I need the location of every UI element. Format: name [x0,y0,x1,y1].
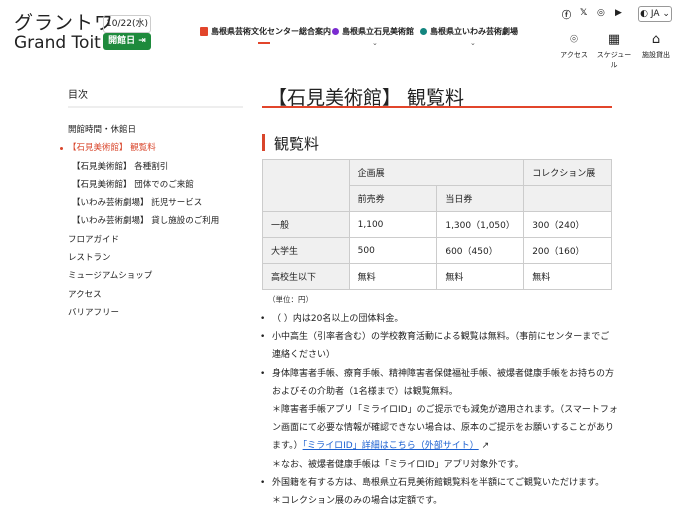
title-underline [262,106,612,108]
row-header: 高校生以下 [262,263,350,290]
map-pin-icon: ⌾ [570,32,578,47]
nav-museum[interactable]: 島根県立石見美術館 [332,26,414,37]
cell: 500 [348,237,438,264]
table-row: 高校生以下 無料 無料 無料 [262,263,612,290]
toc-item[interactable]: 開館時間・休館日 [68,121,219,139]
list-item: 外国籍を有する方は、島根県立石見美術館観覧料を半額にてご観覧いただけます。 ＊コレ… [258,474,618,510]
unit-note: （単位：円） [268,295,313,304]
toc-item[interactable]: 【いわみ芸術劇場】 貸し施設のご利用 [68,212,219,230]
list-item: 身体障害者手帳、療育手帳、精神障害者保健福祉手帳、被爆者健康手帳をお持ちの方およ… [258,365,618,474]
nav-label: 島根県芸術文化センター総合案内 [211,27,331,36]
toc-item[interactable]: アクセス [68,286,219,304]
lang-value: JA [650,9,660,19]
chevron-down-icon[interactable]: ⌄ [470,39,476,47]
item-text: 外国籍を有する方は、島根県立石見美術館観覧料を半額にてご観覧いただけます。 [272,477,605,488]
facebook-icon[interactable]: ⓕ [562,8,571,21]
toc-item[interactable]: バリアフリー [68,304,219,322]
chevron-down-icon: ⌄ [662,9,670,19]
table-corner [262,159,350,212]
section-heading: 観覧料 [274,135,320,153]
cell: 無料 [436,263,525,290]
active-nav-indicator [258,42,270,44]
table-header [523,185,612,212]
today-date: 10/22(水) [103,15,151,33]
cell: 無料 [523,263,612,290]
toc-title: 目次 [68,90,88,101]
table-header: 当日券 [436,185,525,212]
row-header: 一般 [262,211,350,238]
table-header: コレクション展 [523,159,612,186]
chevron-down-icon[interactable]: ⌄ [372,39,378,47]
open-status-button[interactable]: 開館日 ⇥ [103,33,151,50]
list-item: （ ）内は20名以上の団体料金。 [258,310,618,328]
schedule-link[interactable]: ▦ スケジュール [594,32,634,70]
toc-list: 開館時間・休館日 【石見美術館】 観覧料 【石見美術館】 各種割引 【石見美術館… [59,121,219,322]
cell: 無料 [348,263,438,290]
dot-icon [420,28,427,35]
toc-item[interactable]: 【石見美術館】 団体でのご来館 [68,176,219,194]
table-header: 前売券 [348,185,438,212]
building-icon [200,27,208,36]
external-link-icon: ↗ [481,441,490,452]
language-select[interactable]: ◐ JA ⌄ [638,6,672,22]
facility-rental-link[interactable]: ⌂ 施設貸出 [636,32,676,60]
access-link[interactable]: ⌾ アクセス [554,32,594,60]
item-text: 身体障害者手帳、療育手帳、精神障害者保健福祉手帳、被爆者健康手帳をお持ちの方およ… [272,368,615,397]
cell: 200（160） [523,237,612,264]
table-row: 大学生 500 600（450） 200（160） [262,237,612,264]
cell: 600（450） [436,237,525,264]
item-text: ＊コレクション展のみの場合は定額です。 [272,496,443,507]
nav-theater[interactable]: 島根県立いわみ芸術劇場 [420,26,518,37]
fee-table: 企画展 コレクション展 前売券 当日券 一般 1,100 1,300（1,050） 300… [262,159,612,290]
x-icon[interactable]: 𝕏 [580,8,587,18]
nav-center[interactable]: 島根県芸術文化センター総合案内 [200,26,331,37]
cell: 1,300（1,050） [436,211,525,238]
dot-icon [332,28,339,35]
globe-icon: ◐ [640,9,648,19]
toc-item[interactable]: ミュージアムショップ [68,267,219,285]
notes-list: （ ）内は20名以上の団体料金。 小中高生（引率者含む）の学校教育活動による観覧… [258,310,618,510]
heading-bar [262,134,265,151]
cell: 300（240） [523,211,612,238]
row-header: 大学生 [262,237,350,264]
cell: 1,100 [348,211,438,238]
toc-item[interactable]: 【石見美術館】 各種割引 [68,158,219,176]
nav-label: 島根県立石見美術館 [342,27,414,36]
arrow-right-box-icon: ⇥ [138,36,146,46]
toc-item-active[interactable]: 【石見美術館】 観覧料 [59,139,219,157]
nav-label: 島根県立いわみ芸術劇場 [430,27,518,36]
item-text: ＊なお、被爆者健康手帳は「ミライロID」アプリ対象外です。 [272,459,524,470]
util-label: 施設貸出 [642,51,670,59]
toc-item[interactable]: レストラン [68,249,219,267]
util-label: アクセス [560,51,588,59]
calendar-icon: ▦ [607,32,621,47]
toc-item[interactable]: 【いわみ芸術劇場】 託児サービス [68,194,219,212]
table-header: 企画展 [348,159,525,186]
toc-item[interactable]: フロアガイド [68,231,219,249]
mirairo-id-link[interactable]: 「ミライロID」詳細はこちら（外部サイト） [303,441,479,451]
youtube-icon[interactable]: ▶ [615,8,622,18]
house-icon: ⌂ [651,32,661,47]
logo-english[interactable]: Grand Toit [14,33,101,53]
table-row: 一般 1,100 1,300（1,050） 300（240） [262,211,612,238]
open-label: 開館日 [108,36,136,46]
logo-japanese[interactable]: グラントワ [14,8,114,35]
util-label: スケジュール [596,51,632,69]
instagram-icon[interactable]: ◎ [597,8,605,18]
divider [68,106,243,108]
list-item: 小中高生（引率者含む）の学校教育活動による観覧は無料。（事前にセンターまでご連絡… [258,328,618,364]
